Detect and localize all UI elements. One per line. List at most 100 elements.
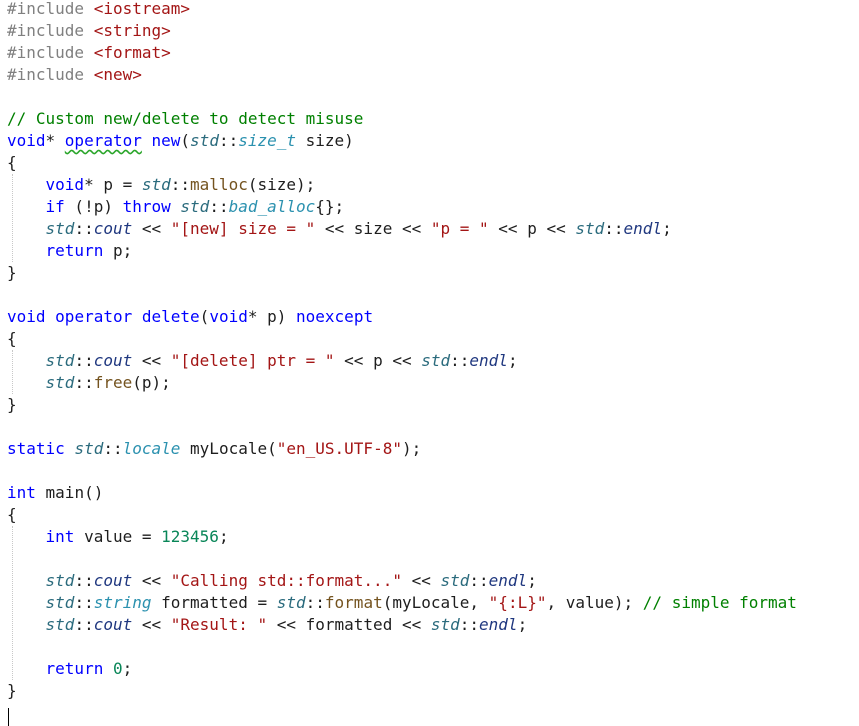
code-token: operator — [64, 131, 142, 150]
code-token: "[new] size = " — [170, 219, 316, 238]
code-line[interactable]: int value = 123456; — [7, 526, 229, 548]
code-line[interactable]: static std::locale myLocale("en_US.UTF-8… — [7, 438, 421, 460]
code-token: :: — [209, 197, 229, 216]
code-token: 123456 — [161, 527, 219, 546]
code-token: std — [141, 175, 171, 194]
code-token: std — [45, 571, 75, 590]
code-token: new — [151, 131, 181, 150]
code-token: "[delete] ptr = " — [170, 351, 335, 370]
code-line[interactable]: } — [7, 262, 17, 284]
code-token: << p << — [488, 219, 576, 238]
code-token: :: — [218, 131, 239, 150]
code-line[interactable]: } — [7, 394, 17, 416]
code-line[interactable]: std::cout << "Calling std::format..." <<… — [7, 570, 537, 592]
code-token: std — [45, 219, 75, 238]
code-token: std — [440, 571, 470, 590]
code-token: << — [132, 615, 171, 634]
code-token: << formatted << — [267, 615, 431, 634]
code-token: :: — [74, 571, 94, 590]
code-token: :: — [74, 373, 94, 392]
code-token: endl — [623, 219, 663, 238]
code-line[interactable]: int main() — [7, 482, 103, 504]
code-token: ; — [507, 351, 518, 370]
code-token: << size << — [315, 219, 431, 238]
text-cursor — [8, 708, 9, 726]
code-token: cout — [93, 351, 133, 370]
code-token: << — [132, 219, 171, 238]
code-token: :: — [74, 615, 94, 634]
code-token: formatted = — [151, 593, 277, 612]
code-token: std — [190, 131, 219, 150]
code-line[interactable]: #include <string> — [7, 20, 171, 42]
code-token: << — [401, 571, 441, 590]
code-token: #include — [7, 0, 94, 18]
code-line[interactable]: #include <format> — [7, 42, 171, 64]
code-token: bad_alloc — [228, 197, 316, 216]
code-token: std — [575, 219, 605, 238]
code-token: ( — [180, 131, 191, 150]
code-token: return — [45, 659, 104, 678]
code-token: cout — [93, 571, 133, 590]
code-line[interactable]: std::cout << "Result: " << formatted << … — [7, 614, 528, 636]
code-line[interactable]: #include <iostream> — [7, 0, 190, 20]
code-line[interactable]: if (!p) throw std::bad_alloc{}; — [7, 196, 345, 218]
code-token: size_t — [238, 131, 297, 150]
code-line[interactable]: } — [7, 680, 17, 702]
code-line[interactable]: std::cout << "[delete] ptr = " << p << s… — [7, 350, 518, 372]
code-token: , value); — [546, 593, 643, 612]
indent-guide — [12, 174, 13, 262]
code-token: myLocale( — [180, 439, 277, 458]
code-token: void — [7, 131, 46, 150]
code-token: << — [132, 351, 171, 370]
code-token: "Result: " — [170, 615, 268, 634]
code-line[interactable]: std::cout << "[new] size = " << size << … — [7, 218, 672, 240]
code-token: } — [7, 263, 17, 282]
indent-guide — [12, 350, 13, 394]
code-line[interactable]: std::free(p); — [7, 372, 171, 394]
code-line[interactable]: void* p = std::malloc(size); — [7, 174, 316, 196]
code-token: (p); — [132, 373, 171, 392]
code-token: delete — [141, 307, 200, 326]
code-token: * — [45, 131, 65, 150]
code-line[interactable]: void* operator new(std::size_t size) — [7, 130, 354, 152]
code-token: :: — [305, 593, 325, 612]
code-line[interactable]: return 0; — [7, 658, 133, 680]
code-token: :: — [74, 351, 94, 370]
code-line[interactable]: #include <new> — [7, 64, 142, 86]
code-token: :: — [103, 439, 123, 458]
code-token: :: — [469, 571, 489, 590]
code-token: format — [324, 593, 383, 612]
code-token: std — [276, 593, 306, 612]
code-token: main() — [35, 483, 104, 502]
code-editor[interactable]: #include <iostream> #include <string> #inc… — [0, 0, 859, 726]
code-token: cout — [93, 615, 133, 634]
code-token: :: — [74, 593, 94, 612]
code-token: cout — [93, 219, 133, 238]
code-token: :: — [74, 219, 94, 238]
code-token: "en_US.UTF-8" — [276, 439, 402, 458]
code-token: string — [93, 593, 152, 612]
code-token: std — [74, 439, 104, 458]
code-line[interactable]: std::string formatted = std::format(myLo… — [7, 592, 797, 614]
code-token: << — [132, 571, 171, 590]
code-token: throw — [122, 197, 171, 216]
code-line[interactable]: return p; — [7, 240, 133, 262]
code-line[interactable]: { — [7, 152, 17, 174]
code-token: #include — [7, 21, 94, 40]
code-line[interactable]: { — [7, 504, 17, 526]
indent-guide — [12, 526, 13, 680]
code-token: <new> — [93, 65, 142, 84]
code-token: int — [7, 483, 36, 502]
code-token: value = — [74, 527, 162, 546]
code-token: int — [45, 527, 75, 546]
code-token: endl — [469, 351, 508, 370]
code-token: "{:L}" — [488, 593, 547, 612]
code-line[interactable]: // Custom new/delete to detect misuse — [7, 108, 363, 130]
code-line[interactable]: void operator delete(void* p) noexcept — [7, 306, 373, 328]
code-token: 0 — [112, 659, 123, 678]
code-token: operator — [55, 307, 133, 326]
code-line[interactable]: { — [7, 328, 17, 350]
